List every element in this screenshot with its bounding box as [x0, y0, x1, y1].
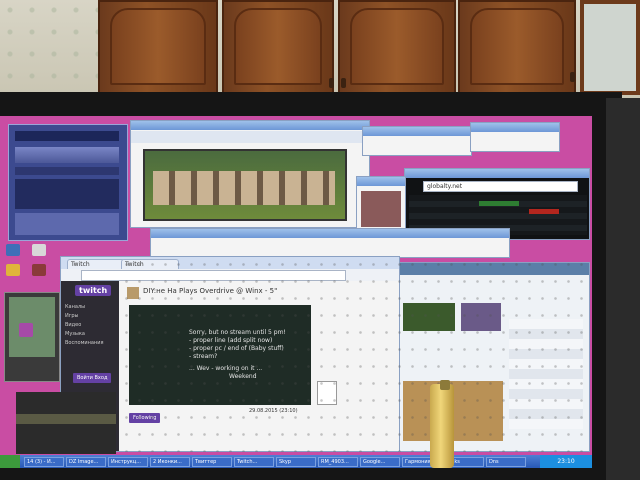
ticker-url-bar[interactable]: globalty.net: [423, 181, 578, 192]
taskbar-item[interactable]: Твиттер: [192, 456, 232, 467]
monitor-side: [606, 98, 640, 480]
taskbar-item[interactable]: Google...: [360, 456, 400, 467]
browser-tab[interactable]: Twitch: [67, 259, 125, 269]
kitchen-cabinet-left: [98, 0, 218, 95]
sidebar-link[interactable]: Каналы: [65, 303, 103, 312]
desktop-icon[interactable]: [6, 244, 20, 256]
screen-dust: [120, 256, 590, 452]
cabinet-knob: [570, 72, 575, 82]
taskbar-item[interactable]: 2 Иконки...: [150, 456, 190, 467]
browser-toolbar[interactable]: [131, 131, 369, 143]
taskbar-item[interactable]: Twitch...: [234, 456, 274, 467]
start-button[interactable]: [0, 455, 20, 468]
twitch-logo[interactable]: twitch: [75, 285, 112, 296]
sidebar-link[interactable]: Воспоминания: [65, 339, 103, 348]
photo: [361, 191, 401, 227]
media-player-controls[interactable]: [15, 147, 119, 163]
photo-viewer-window[interactable]: [356, 176, 406, 232]
kitchen-cabinet-door-1: [222, 0, 334, 95]
lighter-object: [430, 384, 454, 468]
kitchen-cabinet-door-2: [338, 0, 456, 95]
taskbar: 14 (3) - И... DZ Image... Инструкц... 2 …: [0, 455, 592, 468]
app-icon: [19, 323, 33, 337]
banner-image: [143, 149, 347, 221]
cabinet-knob: [329, 78, 334, 88]
system-clock[interactable]: 23:10: [540, 455, 592, 468]
desktop-icon[interactable]: [32, 264, 46, 276]
sidebar-link[interactable]: Музыка: [65, 330, 103, 339]
browser-window-mid[interactable]: [150, 228, 510, 258]
browser-window-back[interactable]: [130, 120, 370, 228]
desktop-icon[interactable]: [32, 244, 46, 256]
sticky-note-dark: [16, 392, 116, 454]
equalizer-panel[interactable]: [15, 213, 119, 235]
taskbar-item[interactable]: Dns: [486, 456, 526, 467]
image-editor-window[interactable]: [4, 292, 60, 382]
sidebar-link[interactable]: Видео: [65, 321, 103, 330]
playlist-panel[interactable]: [15, 179, 119, 209]
media-player-window[interactable]: [8, 124, 128, 241]
browser-window-small[interactable]: [362, 126, 472, 156]
browser-window-small-2[interactable]: [470, 122, 560, 152]
login-button[interactable]: Войти Вход: [73, 373, 112, 383]
wallpaper-pattern: [0, 0, 110, 95]
taskbar-item[interactable]: DZ Image...: [66, 456, 106, 467]
sidebar-link[interactable]: Игры: [65, 312, 103, 321]
glass-cabinet-door: [580, 0, 640, 95]
desktop-icon[interactable]: [6, 264, 20, 276]
group-photos-strip: [153, 171, 335, 205]
cabinet-knob: [341, 78, 346, 88]
seek-bar[interactable]: [15, 167, 119, 175]
taskbar-item[interactable]: 14 (3) - И...: [24, 456, 64, 467]
media-player-display: [15, 131, 119, 141]
taskbar-item[interactable]: Skyp: [276, 456, 316, 467]
taskbar-item[interactable]: RM_4903...: [318, 456, 358, 467]
lighter-cap: [440, 380, 450, 390]
kitchen-cabinet-door-3: [458, 0, 576, 95]
taskbar-item[interactable]: Инструкц...: [108, 456, 148, 467]
